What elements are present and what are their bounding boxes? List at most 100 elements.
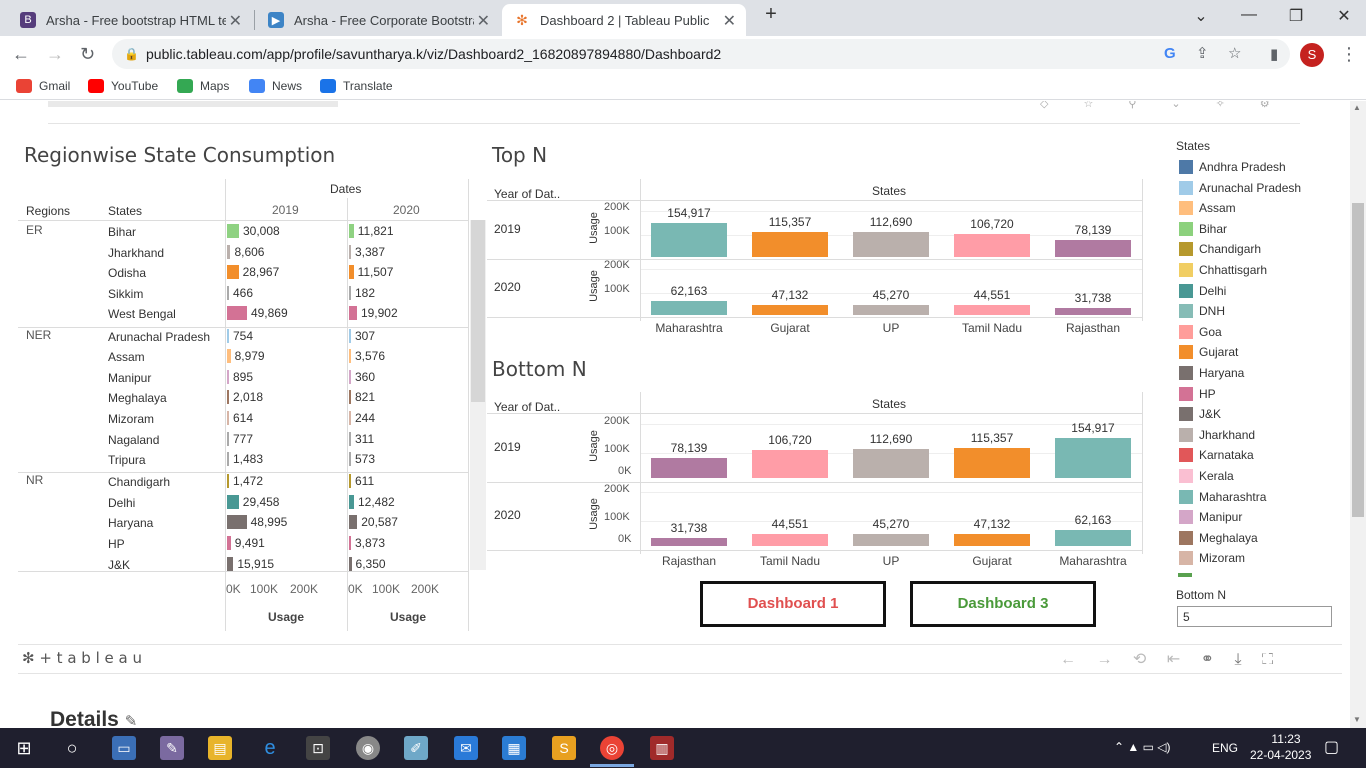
bookmark-star-icon[interactable]: ☆	[1228, 39, 1241, 69]
chart-bar	[752, 450, 828, 478]
bookmark-gmail[interactable]: Gmail	[16, 79, 70, 93]
reset-icon[interactable]: ⇤	[1167, 651, 1180, 668]
legend-swatch	[1179, 407, 1193, 422]
legend-label[interactable]: DNH	[1199, 304, 1225, 318]
language-indicator[interactable]: ENG	[1212, 741, 1238, 755]
scrollbar-thumb[interactable]	[1352, 203, 1364, 517]
bookmark-news[interactable]: News	[249, 79, 302, 93]
chrome-icon[interactable]: ◎	[600, 736, 624, 760]
redo-icon[interactable]: →	[1096, 651, 1112, 668]
legend-label[interactable]: Bihar	[1199, 222, 1227, 236]
legend-label[interactable]: Assam	[1199, 201, 1236, 215]
legend-label[interactable]: Chhattisgarh	[1199, 263, 1267, 277]
legend-label[interactable]: Goa	[1199, 325, 1222, 339]
legend-label[interactable]: Delhi	[1199, 284, 1226, 298]
legend-label[interactable]: Andhra Pradesh	[1199, 160, 1286, 174]
bookmark-maps[interactable]: Maps	[177, 79, 229, 93]
topn-title: Top N	[492, 143, 548, 167]
legend-swatch	[1179, 448, 1193, 463]
legend-label[interactable]: Kerala	[1199, 469, 1234, 483]
clock-time[interactable]: 11:23	[1262, 732, 1310, 746]
tab-search-icon[interactable]: ⌄	[1186, 6, 1216, 26]
close-tab-icon[interactable]: ✕	[723, 11, 736, 31]
edit-pencil-icon[interactable]: ✎	[125, 713, 138, 728]
restore-icon[interactable]: ❐	[1281, 6, 1311, 26]
bookmark-translate[interactable]: Translate	[320, 79, 393, 93]
store-icon[interactable]: ⊡	[306, 736, 330, 760]
legend-label[interactable]: Maharashtra	[1199, 490, 1266, 504]
minimize-icon[interactable]: —	[1234, 6, 1264, 24]
paint-icon[interactable]: ✎	[160, 736, 184, 760]
fullscreen-icon[interactable]: ⛶	[1262, 651, 1273, 668]
usage-value-2019: 48,995	[250, 515, 288, 530]
forward-icon[interactable]: →	[46, 44, 64, 65]
legend-label[interactable]: Gujarat	[1199, 345, 1238, 359]
mail-icon[interactable]: ✉	[454, 736, 478, 760]
calendar-icon[interactable]: ▦	[502, 736, 526, 760]
axis-tick: 0K	[618, 533, 632, 545]
legend-label[interactable]: Manipur	[1199, 510, 1242, 524]
revert-icon[interactable]: ⟲	[1133, 651, 1146, 668]
scroll-down-icon[interactable]: ▼	[1353, 715, 1361, 724]
share-viz-icon[interactable]: ⚭	[1201, 651, 1214, 668]
dashboard-1-button[interactable]: Dashboard 1	[700, 581, 886, 627]
sublime-icon[interactable]: S	[552, 736, 576, 760]
legend-label[interactable]: HP	[1199, 387, 1216, 401]
bottom-n-input[interactable]: 5	[1177, 606, 1332, 627]
tableau-logo[interactable]: ✻ + t a b l e a u	[22, 649, 142, 667]
new-tab-icon[interactable]: +	[756, 3, 786, 26]
notepad-icon[interactable]: ✐	[404, 736, 428, 760]
scroll-up-icon[interactable]: ▲	[1353, 103, 1361, 112]
tab-arsha-1[interactable]: B Arsha - Free bootstrap HTML ten ✕	[8, 4, 252, 36]
menu-icon[interactable]: ⋮	[1340, 44, 1358, 65]
year-label: 2019	[494, 440, 521, 454]
axis-tick: 0K	[226, 582, 241, 596]
legend-label[interactable]: Mizoram	[1199, 551, 1245, 565]
dashboard-3-button[interactable]: Dashboard 3	[910, 581, 1096, 627]
chart-bar	[1055, 529, 1131, 546]
legend-label[interactable]: Haryana	[1199, 366, 1244, 380]
download-icon[interactable]: ⤓	[1234, 651, 1241, 668]
bookmark-youtube[interactable]: YouTube	[88, 79, 158, 93]
viz-action-icons[interactable]: ◇☆⚲⌄✧⚙	[1040, 101, 1300, 110]
tab-dashboard-2[interactable]: ✻ Dashboard 2 | Tableau Public ✕	[502, 4, 746, 36]
details-label: Details	[50, 708, 119, 728]
maps-icon	[177, 79, 193, 93]
table-scrollbar-thumb[interactable]	[471, 220, 485, 402]
legend-swatch	[1179, 324, 1193, 339]
close-window-icon[interactable]: ✕	[1329, 6, 1359, 26]
legend-label[interactable]: Meghalaya	[1199, 531, 1258, 545]
share-icon[interactable]: ⇪	[1196, 39, 1209, 69]
address-bar[interactable]: 🔒 public.tableau.com/app/profile/savunth…	[112, 39, 1290, 69]
state-label: West Bengal	[108, 307, 176, 322]
back-icon[interactable]: ←	[12, 44, 30, 65]
file-explorer-icon[interactable]: ▤	[208, 736, 232, 760]
side-panel-icon[interactable]: ▮	[1270, 45, 1278, 63]
search-icon[interactable]: ○	[60, 736, 84, 760]
edge-icon[interactable]: e	[258, 736, 282, 760]
google-icon[interactable]: G	[1164, 39, 1176, 69]
notifications-icon[interactable]: ▢	[1324, 737, 1339, 757]
close-tab-icon[interactable]: ✕	[477, 11, 490, 31]
page-scrollbar[interactable]: ▲ ▼	[1350, 101, 1366, 728]
windows-start-icon[interactable]: ⊞	[12, 736, 36, 760]
legend-label[interactable]: Chandigarh	[1199, 242, 1261, 256]
legend-label[interactable]: Karnataka	[1199, 448, 1254, 462]
winrar-icon[interactable]: ▥	[650, 736, 674, 760]
reload-icon[interactable]: ↻	[80, 44, 95, 65]
undo-icon[interactable]: ←	[1060, 651, 1076, 668]
legend-label[interactable]: Jharkhand	[1199, 428, 1255, 442]
bar-value-label: 31,738	[1074, 291, 1112, 306]
usage-bar-2019	[227, 285, 229, 300]
legend-label[interactable]: Arunachal Pradesh	[1199, 181, 1301, 195]
tray-icons[interactable]: ⌃ ▲ ▭ ◁)	[1114, 740, 1171, 754]
usage-value-2020: 311	[355, 431, 375, 446]
avatar[interactable]: S	[1300, 43, 1324, 67]
computer-icon[interactable]: ▭	[112, 736, 136, 760]
legend-label[interactable]: J&K	[1199, 407, 1221, 421]
media-player-icon[interactable]: ◉	[356, 736, 380, 760]
clock-date[interactable]: 22-04-2023	[1250, 748, 1311, 762]
bar-value-label: 112,690	[869, 431, 913, 446]
close-tab-icon[interactable]: ✕	[229, 11, 242, 31]
tab-arsha-2[interactable]: ▶ Arsha - Free Corporate Bootstrap ✕	[256, 4, 500, 36]
